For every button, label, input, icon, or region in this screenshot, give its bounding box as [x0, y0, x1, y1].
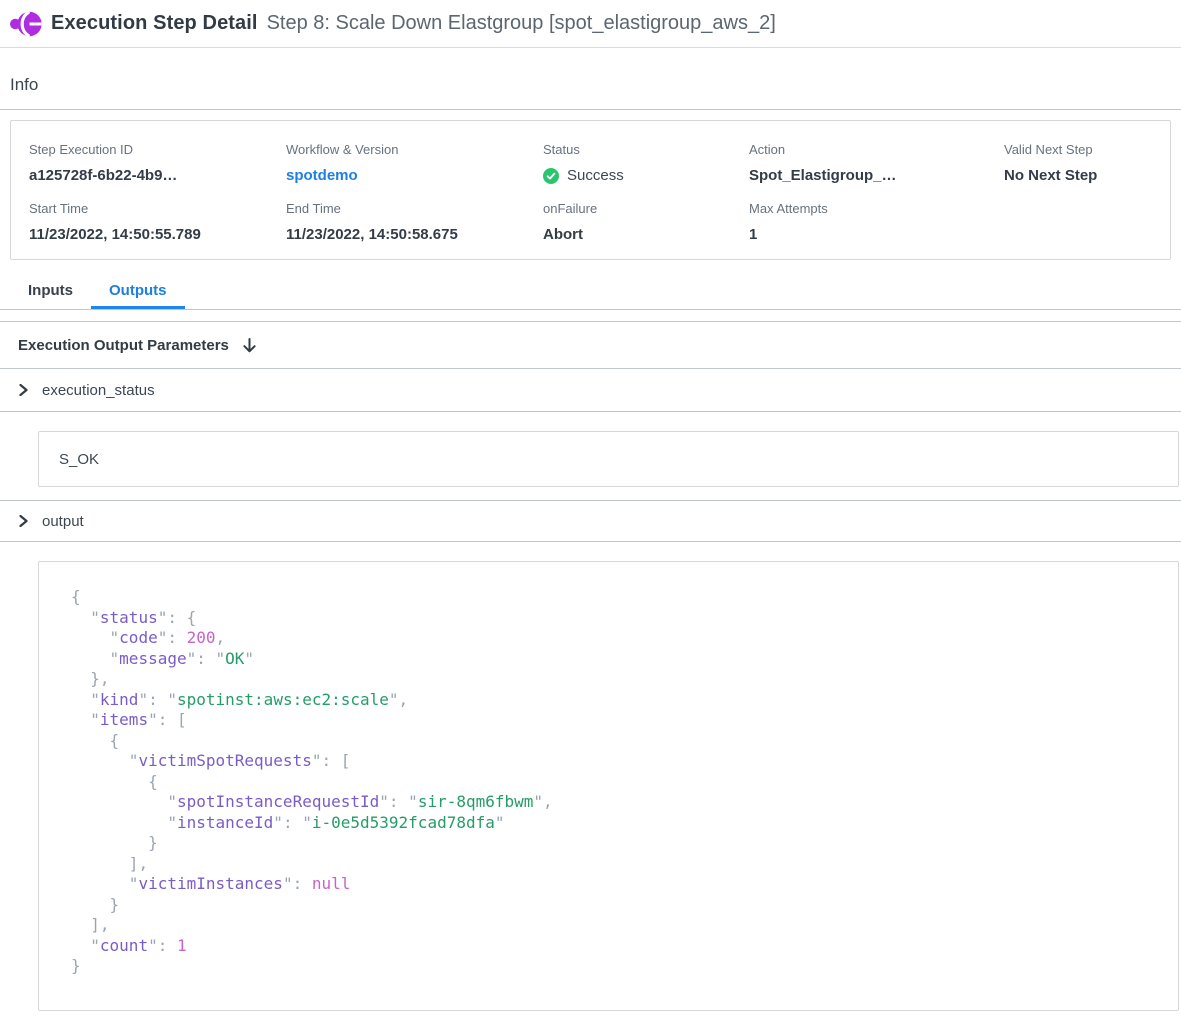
section-title: Execution Output Parameters: [18, 337, 229, 354]
field-onfailure: onFailure Abort: [543, 201, 749, 245]
field-value: Spot_Elastigroup_…: [749, 167, 1004, 184]
field-end-time: End Time 11/23/2022, 14:50:58.675: [286, 201, 543, 245]
app-header: Execution Step Detail Step 8: Scale Down…: [0, 0, 1181, 48]
field-workflow-version: Workflow & Version spotdemo: [286, 142, 543, 186]
execution-output-parameters-header: Execution Output Parameters: [0, 322, 1181, 369]
execution-status-value: S_OK: [38, 431, 1179, 487]
field-value: 11/23/2022, 14:50:55.789: [29, 226, 286, 243]
tabbar: Inputs Outputs: [0, 276, 1181, 310]
field-label: Workflow & Version: [286, 142, 543, 157]
param-row-execution-status[interactable]: execution_status: [0, 369, 1181, 412]
field-start-time: Start Time 11/23/2022, 14:50:55.789: [29, 201, 286, 245]
field-max-attempts: Max Attempts 1: [749, 201, 1004, 245]
field-value: a125728f-6b22-4b9…: [29, 167, 286, 184]
tab-outputs[interactable]: Outputs: [91, 276, 185, 309]
field-status: Status Success: [543, 142, 749, 186]
info-section-heading: Info: [0, 48, 1181, 95]
field-label: Step Execution ID: [29, 142, 286, 157]
status-text: Success: [567, 167, 624, 184]
workflow-link[interactable]: spotdemo: [286, 167, 543, 184]
field-value: 1: [749, 226, 1004, 243]
arrow-down-icon: [243, 338, 256, 353]
page-subtitle: Step 8: Scale Down Elastgroup [spot_elas…: [267, 12, 776, 35]
field-value: No Next Step: [1004, 167, 1170, 184]
field-valid-next-step: Valid Next Step No Next Step: [1004, 142, 1170, 186]
field-label: Status: [543, 142, 749, 157]
field-label: Valid Next Step: [1004, 142, 1170, 157]
info-panel: Step Execution ID a125728f-6b22-4b9… Wor…: [10, 120, 1171, 260]
field-label: onFailure: [543, 201, 749, 216]
chevron-right-icon: [18, 515, 29, 527]
field-step-execution-id: Step Execution ID a125728f-6b22-4b9…: [29, 142, 286, 186]
chevron-right-icon: [18, 384, 29, 396]
output-json-code: { "status": { "code": 200, "message": "O…: [71, 587, 1168, 977]
field-action: Action Spot_Elastigroup_…: [749, 142, 1004, 186]
status-badge: Success: [543, 167, 749, 184]
output-json-wrap: { "status": { "code": 200, "message": "O…: [0, 542, 1181, 1011]
spot-logo-icon: [10, 10, 42, 38]
field-label: Action: [749, 142, 1004, 157]
field-label: End Time: [286, 201, 543, 216]
param-name: output: [42, 513, 84, 530]
execution-status-value-wrap: S_OK: [0, 412, 1181, 500]
success-check-icon: [543, 168, 559, 184]
field-label: Start Time: [29, 201, 286, 216]
field-value: 11/23/2022, 14:50:58.675: [286, 226, 543, 243]
divider: [0, 109, 1181, 110]
tab-inputs[interactable]: Inputs: [10, 276, 91, 309]
param-name: execution_status: [42, 382, 155, 399]
param-row-output[interactable]: output: [0, 501, 1181, 542]
field-label: Max Attempts: [749, 201, 1004, 216]
field-value: Abort: [543, 226, 749, 243]
page-title: Execution Step Detail: [51, 12, 258, 35]
output-json-box: { "status": { "code": 200, "message": "O…: [38, 561, 1179, 1011]
